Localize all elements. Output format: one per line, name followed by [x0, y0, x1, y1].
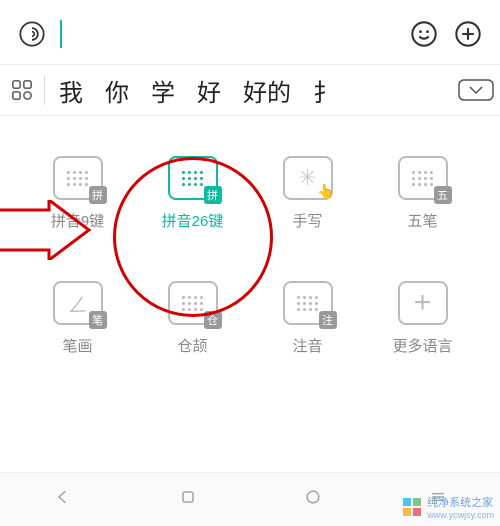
layout-label: 笔画	[62, 335, 92, 356]
layout-row-2: ㄥ笔笔画仓仓颉注注音+更多语言	[20, 281, 480, 356]
nav-back-icon[interactable]	[53, 487, 73, 512]
badge: 注	[319, 311, 337, 329]
layout-label: 拼音9键	[51, 210, 104, 231]
candidate-1[interactable]: 你	[105, 73, 129, 108]
candidate-3[interactable]: 好	[197, 73, 221, 108]
layout-仓颉[interactable]: 仓仓颉	[143, 281, 243, 356]
candidate-4[interactable]: 好的	[243, 73, 291, 108]
layout-row-1: 拼拼音9键拼拼音26键✳👆手写五五笔	[20, 156, 480, 231]
layout-笔画[interactable]: ㄥ笔笔画	[28, 281, 128, 356]
badge: 仓	[204, 311, 222, 329]
candidate-5[interactable]: 扌	[313, 73, 337, 108]
layout-五笔[interactable]: 五五笔	[373, 156, 473, 231]
layout-手写[interactable]: ✳👆手写	[258, 156, 358, 231]
toolbox-icon[interactable]	[0, 79, 44, 101]
text-input[interactable]	[60, 18, 396, 50]
candidate-list: 我你学好好的扌	[45, 73, 452, 108]
badge: 拼	[204, 186, 222, 204]
emoji-icon[interactable]	[408, 18, 440, 50]
layout-拼音9键[interactable]: 拼拼音9键	[28, 156, 128, 231]
badge: 五	[434, 186, 452, 204]
candidate-0[interactable]: 我	[59, 73, 83, 108]
layout-label: 五笔	[407, 210, 437, 231]
badge: 拼	[89, 186, 107, 204]
candidate-2[interactable]: 学	[151, 73, 175, 108]
layout-拼音26键[interactable]: 拼拼音26键	[143, 156, 243, 231]
layout-label: 注音	[292, 335, 322, 356]
add-icon[interactable]	[452, 18, 484, 50]
nav-home-icon[interactable]	[178, 487, 198, 512]
layout-label: 手写	[292, 210, 322, 231]
layout-label: 更多语言	[392, 335, 452, 356]
watermark-url: www.ycwjsy.com	[427, 510, 494, 520]
watermark-site: 纯净系统之家	[427, 494, 494, 510]
layout-label: 仓颉	[177, 335, 207, 356]
layout-更多语言[interactable]: +更多语言	[373, 281, 473, 356]
layout-label: 拼音26键	[162, 210, 224, 231]
voice-icon[interactable]	[16, 18, 48, 50]
layout-注音[interactable]: 注注音	[258, 281, 358, 356]
watermark: 纯净系统之家 www.ycwjsy.com	[403, 494, 494, 520]
collapse-button[interactable]	[452, 79, 500, 101]
badge: 笔	[89, 311, 107, 329]
nav-recent-icon[interactable]	[303, 487, 323, 512]
